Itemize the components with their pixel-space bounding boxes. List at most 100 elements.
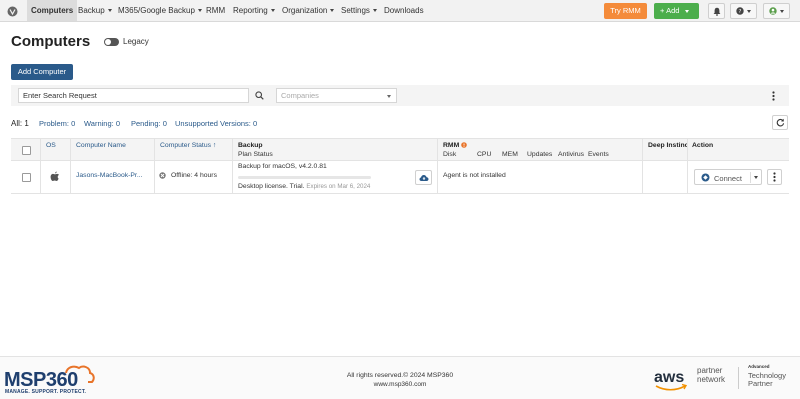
column-divider [40,161,41,193]
user-avatar-icon [769,7,777,15]
connect-icon [701,173,710,182]
nav-item-backup[interactable]: Backup [78,0,112,21]
column-divider [154,139,155,160]
nav-item-reporting[interactable]: Reporting [233,0,275,21]
svg-text:!: ! [463,143,465,148]
column-divider [437,139,438,160]
search-icon [254,91,264,100]
table-header: OS Computer Name Computer Status ↑ Backu… [11,138,789,161]
computer-name-link[interactable]: Jasons-MacBook-Pr... [76,172,142,179]
row-more-options-button[interactable] [767,169,782,185]
column-header-rmm: RMM ! [443,142,467,149]
top-navigation-bar: Computers Backup M365/Google Backup RMM … [0,0,800,22]
nav-item-m365-google-backup[interactable]: M365/Google Backup [118,0,202,21]
page-title: Computers [11,33,91,50]
nav-item-settings[interactable]: Settings [341,0,377,21]
column-divider [70,161,71,193]
companies-select[interactable]: Companies [276,88,397,103]
chevron-down-icon [107,9,112,13]
more-options-button[interactable] [766,88,780,103]
connect-button[interactable]: Connect [694,169,762,185]
column-header-backup: Backup [238,142,263,149]
chevron-down-icon [270,9,275,13]
add-button[interactable]: + Add [654,3,699,19]
chevron-down-icon [197,9,202,13]
help-menu-button[interactable]: ? [730,3,757,19]
row-checkbox[interactable] [22,173,31,182]
aws-partner-network-text: partner network [697,366,726,384]
nav-item-rmm[interactable]: RMM [206,0,225,21]
aws-logo: aws [654,367,690,395]
legacy-toggle[interactable] [104,38,119,46]
column-divider [40,139,41,160]
user-menu-button[interactable] [763,3,790,19]
column-header-cpu: CPU [477,151,492,158]
kebab-menu-icon [771,90,775,101]
column-header-deep-instinct: Deep Instinct [648,142,688,149]
column-header-plan-status: Plan Status [238,151,273,158]
nav-item-organization[interactable]: Organization [282,0,335,21]
column-divider [70,139,71,160]
search-button[interactable] [250,88,268,103]
select-all-checkbox[interactable] [22,146,31,155]
backup-progress-bar [238,176,371,179]
column-header-disk: Disk [443,151,457,158]
column-divider [687,139,688,160]
kebab-menu-icon [773,172,776,182]
plus-icon: + [660,6,665,15]
chevron-down-icon[interactable] [754,176,758,179]
add-computer-button[interactable]: Add Computer [11,64,73,80]
backup-version: Backup for macOS, v4.2.0.81 [238,163,327,170]
refresh-icon [776,118,784,127]
column-divider [642,161,643,193]
search-input[interactable] [18,88,249,103]
column-header-os[interactable]: OS [46,142,56,149]
chevron-down-icon [780,9,784,13]
info-icon[interactable]: ! [461,142,467,149]
try-rmm-button[interactable]: Try RMM [604,3,647,19]
msp360-tagline: MANAGE. SUPPORT. PROTECT. [5,389,87,395]
offline-status-icon [159,172,166,181]
backup-now-button[interactable] [415,170,432,185]
app-logo-icon[interactable] [4,3,21,19]
filter-problem[interactable]: Problem: 0 [39,119,75,128]
license-info: Desktop license. Trial. Expires on Mar 6… [238,183,371,190]
filter-all[interactable]: All: 1 [11,119,29,128]
computer-status: Offline: 4 hours [171,172,217,179]
column-header-mem: MEM [502,151,518,158]
svg-text:aws: aws [654,369,684,386]
chevron-down-icon [387,95,391,98]
notifications-button[interactable] [708,3,725,19]
chevron-down-icon [747,9,751,13]
column-divider [232,161,233,193]
filter-unsupported-versions[interactable]: Unsupported Versions: 0 [175,119,257,128]
nav-item-computers[interactable]: Computers [27,0,78,21]
filter-pending[interactable]: Pending: 0 [131,119,167,128]
column-divider [687,161,688,193]
rmm-status: Agent is not installed [443,172,506,179]
chevron-down-icon [330,9,335,13]
chevron-down-icon [684,9,689,13]
chevron-down-icon [372,9,377,13]
column-divider [642,139,643,160]
nav-item-downloads[interactable]: Downloads [384,0,424,21]
legacy-label: Legacy [123,37,149,46]
apple-icon [50,171,60,184]
refresh-button[interactable] [772,115,788,130]
help-icon: ? [736,7,744,15]
svg-text:?: ? [739,9,742,15]
column-header-antivirus: Antivirus [558,151,585,158]
bell-icon [713,7,720,16]
column-header-updates: Updates [527,151,553,158]
divider [738,367,739,389]
column-divider [154,161,155,193]
advanced-technology-partner-text: Advanced Technology Partner [748,364,786,388]
column-divider [232,139,233,160]
filter-warning[interactable]: Warning: 0 [84,119,120,128]
column-divider [437,161,438,193]
button-divider [750,172,751,183]
column-header-computer-status[interactable]: Computer Status ↑ [160,142,216,149]
column-header-action: Action [692,142,714,149]
column-header-events: Events [588,151,609,158]
column-header-computer-name[interactable]: Computer Name [76,142,126,149]
